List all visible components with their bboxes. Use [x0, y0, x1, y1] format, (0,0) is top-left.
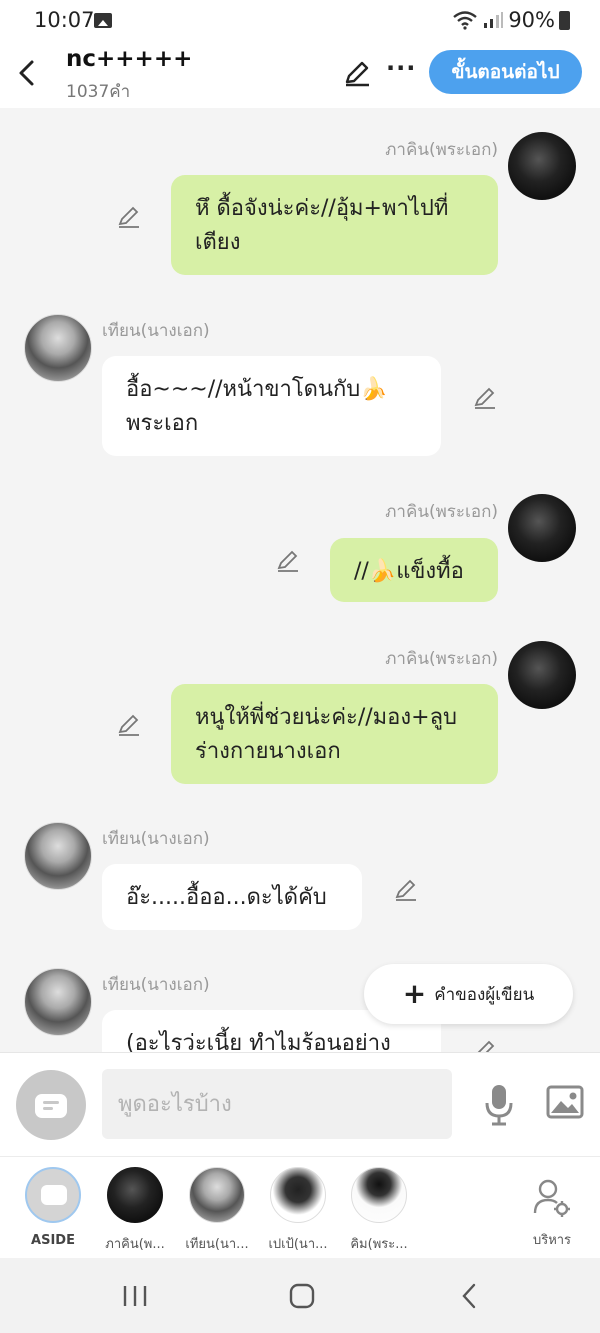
status-time: 10:07 — [34, 8, 95, 32]
microphone-icon[interactable] — [482, 1083, 516, 1127]
chat-area: ภาคิน(พระเอก) หึ ดื้อจังน่ะค่ะ//อุ้ม+พาไ… — [0, 108, 600, 1052]
character-kim[interactable]: คิม(พระ... — [339, 1167, 419, 1254]
edit-title-icon[interactable] — [342, 58, 372, 88]
chat-bubble-icon — [35, 1094, 67, 1118]
image-upload-icon[interactable] — [546, 1085, 584, 1119]
avatar-pakin — [107, 1167, 163, 1223]
word-count: 1037คำ — [66, 82, 131, 102]
character-bar: ASIDE ภาคิน(พ... เทียน(นา... เปเป้(นา...… — [0, 1156, 600, 1258]
message-bubble[interactable]: หึ ดื้อจังน่ะค่ะ//อุ้ม+พาไปที่เตียง — [171, 175, 498, 275]
character-pakin[interactable]: ภาคิน(พ... — [95, 1167, 175, 1254]
manage-characters-button[interactable]: บริหาร — [520, 1177, 584, 1250]
avatar-pepe — [270, 1167, 326, 1223]
edit-message-icon[interactable] — [472, 385, 498, 411]
status-right: 90% — [452, 8, 570, 32]
author-note-label: คำของผู้เขียน — [434, 984, 535, 1005]
edit-message-icon[interactable] — [275, 548, 301, 574]
character-label: ภาคิน(พ... — [105, 1237, 165, 1252]
avatar-tian[interactable] — [24, 822, 92, 890]
signal-icon — [484, 12, 504, 28]
character-tian[interactable]: เทียน(นา... — [177, 1167, 257, 1254]
message-sender-name: ภาคิน(พระเอก) — [385, 502, 498, 522]
avatar-tian — [189, 1167, 245, 1223]
edit-message-icon[interactable] — [116, 204, 142, 230]
edit-message-icon[interactable] — [393, 877, 419, 903]
battery-percent: 90% — [508, 8, 555, 32]
system-back-icon[interactable] — [458, 1282, 480, 1310]
edit-message-icon[interactable] — [472, 1038, 498, 1052]
character-pepe[interactable]: เปเป้(นา... — [258, 1167, 338, 1254]
character-label: ASIDE — [31, 1233, 75, 1248]
aside-avatar — [25, 1167, 81, 1223]
character-label: เปเป้(นา... — [268, 1237, 328, 1252]
avatar-tian[interactable] — [24, 314, 92, 382]
system-nav-bar — [0, 1258, 600, 1333]
back-arrow-icon[interactable] — [14, 58, 40, 88]
status-bar: 10:07 90% — [0, 0, 600, 44]
avatar-tian[interactable] — [24, 968, 92, 1036]
story-title: nc+++++ — [66, 46, 193, 72]
home-icon[interactable] — [288, 1282, 316, 1310]
character-label: เทียน(นา... — [185, 1237, 249, 1252]
aside-toggle-button[interactable] — [16, 1070, 86, 1140]
message-bubble[interactable]: อ๊ะ.....อื้ออ...ดะได้คับ — [102, 864, 362, 930]
avatar-pakin[interactable] — [508, 641, 576, 709]
recent-apps-icon[interactable] — [122, 1284, 148, 1308]
wifi-icon — [453, 11, 478, 30]
message-bubble[interactable]: หนูให้พี่ช่วยน่ะค่ะ//มอง+ลูบร่างกายนางเอ… — [171, 684, 498, 784]
edit-message-icon[interactable] — [116, 712, 142, 738]
avatar-pakin[interactable] — [508, 494, 576, 562]
avatar-pakin[interactable] — [508, 132, 576, 200]
message-bubble[interactable]: อื้อ~~~//หน้าขาโดนกับ🍌พระเอก — [102, 356, 441, 456]
user-settings-icon — [533, 1179, 570, 1217]
avatar-kim — [351, 1167, 407, 1223]
plus-icon: + — [402, 977, 427, 1010]
character-aside[interactable]: ASIDE — [13, 1167, 93, 1248]
message-sender-name: เทียน(นางเอก) — [102, 321, 210, 341]
author-note-button[interactable]: + คำของผู้เขียน — [364, 964, 573, 1024]
battery-icon — [559, 10, 570, 30]
next-step-button[interactable]: ขั้นตอนต่อไป — [429, 50, 582, 94]
message-input[interactable] — [102, 1069, 452, 1139]
image-notification-icon — [94, 13, 112, 28]
chat-bubble-icon — [41, 1185, 67, 1205]
input-bar — [0, 1052, 600, 1156]
manage-label: บริหาร — [532, 1233, 572, 1248]
message-sender-name: เทียน(นางเอก) — [102, 829, 210, 849]
message-sender-name: ภาคิน(พระเอก) — [385, 649, 498, 669]
message-sender-name: ภาคิน(พระเอก) — [385, 140, 498, 160]
message-bubble[interactable]: //🍌แข็งทื้อ — [330, 538, 498, 602]
message-input-field[interactable] — [102, 1069, 452, 1139]
character-label: คิม(พระ... — [350, 1237, 408, 1252]
message-sender-name: เทียน(นางเอก) — [102, 975, 210, 995]
more-options-icon[interactable]: ··· — [386, 54, 416, 82]
app-header: nc+++++ 1037คำ ··· ขั้นตอนต่อไป — [0, 44, 600, 108]
